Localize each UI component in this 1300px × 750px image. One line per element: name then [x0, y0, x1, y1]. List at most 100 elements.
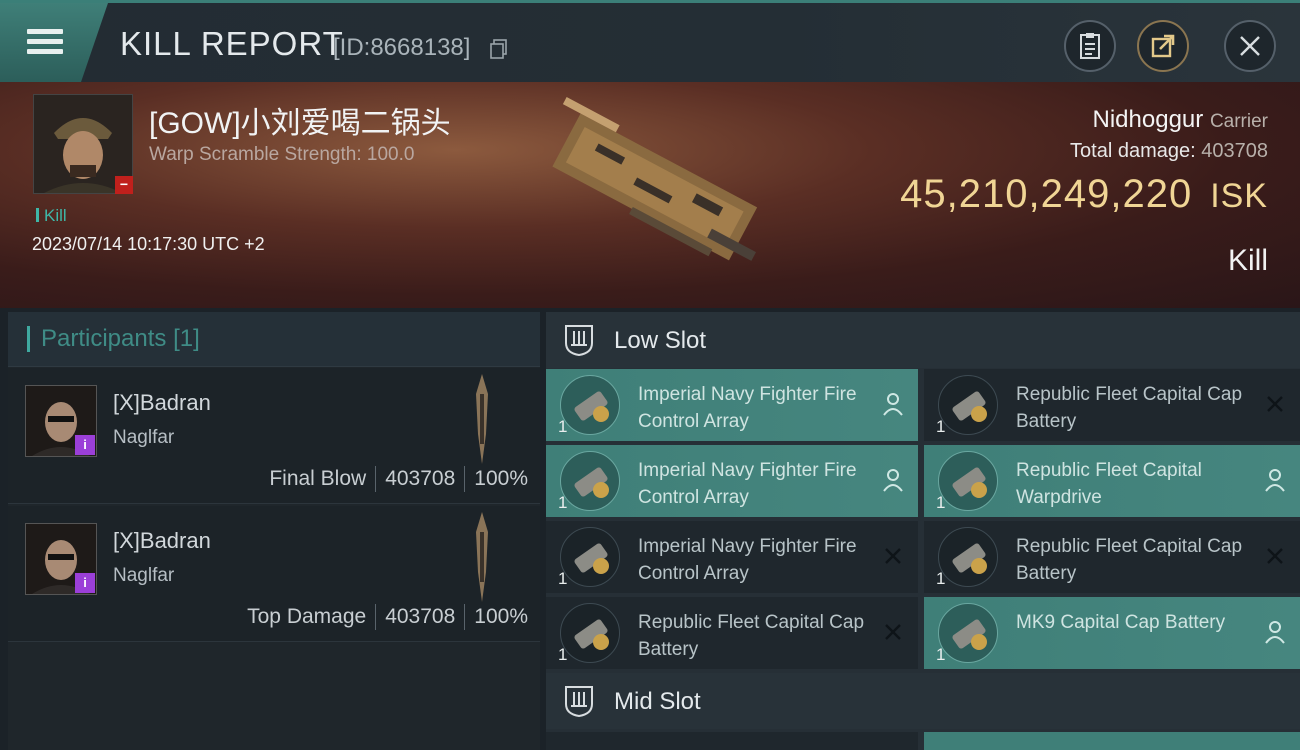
participant-name[interactable]: [X]Badran: [113, 390, 211, 416]
module-icon: [560, 603, 620, 663]
divider: [375, 466, 377, 492]
module-icon: [938, 375, 998, 435]
participants-header[interactable]: Participants [1]: [8, 312, 540, 367]
participant-percent: 100%: [474, 467, 528, 490]
module-quantity: 1: [936, 417, 946, 436]
divider: [464, 466, 466, 492]
module-item[interactable]: 1 MK9 Capital Cap Battery: [924, 597, 1300, 669]
info-badge-icon: i: [75, 435, 95, 455]
participant-card[interactable]: i [X]Badran Naglfar Final Blow 403708 10…: [8, 368, 540, 504]
isk-value: 45,210,249,220 ISK: [900, 172, 1268, 217]
module-name: Imperial Navy Fighter Fire Control Array: [638, 536, 857, 584]
module-icon: [938, 603, 998, 663]
module-icon: [560, 375, 620, 435]
cross-icon: [885, 624, 901, 640]
module-quantity: 1: [558, 569, 568, 588]
mid-slot-item-partial[interactable]: [924, 732, 1300, 750]
mid-slot-item-partial[interactable]: [546, 732, 918, 750]
share-button[interactable]: [1137, 20, 1189, 72]
page-title: KILL REPORT: [120, 25, 344, 62]
kill-type-label: Kill: [44, 206, 67, 225]
total-damage: Total damage: 403708: [1070, 140, 1268, 163]
low-slot-icon: [565, 325, 593, 357]
ship-class: Carrier: [1209, 111, 1268, 132]
participant-ship: Naglfar: [113, 565, 175, 586]
kill-result: Kill: [1227, 244, 1268, 277]
module-icon: [938, 451, 998, 511]
divider: [464, 604, 466, 630]
module-quantity: 1: [558, 417, 568, 436]
module-item[interactable]: 1 Imperial Navy Fighter Fire Control Arra…: [546, 369, 918, 441]
menu-icon-bar: [27, 39, 63, 44]
module-icon: [560, 451, 620, 511]
participant-damage: 403708: [385, 467, 456, 490]
isk-amount: 45,210,249,220: [900, 172, 1193, 216]
close-icon: [1240, 36, 1260, 56]
module-item[interactable]: 1 Republic Fleet Capital Cap Battery: [546, 597, 918, 669]
cross-icon: [1267, 548, 1283, 564]
kill-type-tag: Kill: [36, 206, 67, 226]
module-item[interactable]: 1 Republic Fleet Capital Cap Battery: [924, 521, 1300, 593]
person-icon: [883, 469, 903, 492]
module-quantity: 1: [936, 493, 946, 512]
report-button[interactable]: [1064, 20, 1116, 72]
module-item[interactable]: 1 Imperial Navy Fighter Fire Control Arra…: [546, 445, 918, 517]
module-item[interactable]: 1 Republic Fleet Capital Cap Battery: [924, 369, 1300, 441]
kill-summary-banner: − [GOW]小刘爱喝二锅头 Warp Scramble Strength: 1…: [0, 82, 1300, 308]
participants-label: Participants [1]: [41, 325, 200, 353]
kill-id: [ID:8668138]: [333, 34, 471, 61]
fitting-panel: Low Slot 1 Imperial Navy Fighter Fire Con…: [546, 312, 1300, 750]
participant-role: Top Damage: [247, 605, 367, 628]
participants-title: Participants: [41, 325, 167, 352]
module-quantity: 1: [936, 645, 946, 664]
participant-role: Final Blow: [269, 467, 367, 490]
mid-slot-icon: [565, 686, 593, 718]
info-badge-icon: i: [75, 573, 95, 593]
mid-slot-label: Mid Slot: [614, 688, 701, 715]
ship-name[interactable]: Nidhoggur: [1093, 106, 1204, 133]
kill-datetime: 2023/07/14 10:17:30 UTC +2: [32, 234, 265, 254]
participant-ship-image[interactable]: [470, 374, 494, 464]
cross-icon: [885, 548, 901, 564]
participant-ship-image[interactable]: [470, 512, 494, 602]
module-name: MK9 Capital Cap Battery: [1016, 612, 1226, 633]
module-icon: [560, 527, 620, 587]
module-quantity: 1: [558, 645, 568, 664]
header-accent: [27, 326, 30, 352]
person-icon: [1265, 469, 1285, 492]
module-name: Republic Fleet Capital Cap Battery: [638, 612, 865, 660]
participant-name[interactable]: [X]Badran: [113, 528, 211, 554]
participant-damage: 403708: [385, 605, 456, 628]
share-icon: [1151, 34, 1175, 58]
participant-ship: Naglfar: [113, 427, 175, 448]
participant-stats: Final Blow 403708 100%: [269, 466, 528, 492]
module-item[interactable]: 1 Republic Fleet Capital Warpdrive: [924, 445, 1300, 517]
clipboard-icon: [1080, 33, 1100, 59]
module-item[interactable]: 1 Imperial Navy Fighter Fire Control Arra…: [546, 521, 918, 593]
participant-percent: 100%: [474, 605, 528, 628]
ship-info: Nidhoggur Carrier: [1093, 106, 1268, 134]
module-name: Republic Fleet Capital Warpdrive: [1016, 460, 1202, 508]
module-icon: [938, 527, 998, 587]
close-button[interactable]: [1224, 20, 1276, 72]
module-name: Republic Fleet Capital Cap Battery: [1016, 536, 1243, 584]
menu-icon: [27, 29, 63, 34]
module-quantity: 1: [558, 493, 568, 512]
total-damage-value: 403708: [1201, 140, 1268, 162]
low-slot-label: Low Slot: [614, 327, 707, 354]
module-quantity: 1: [936, 569, 946, 588]
menu-button[interactable]: [0, 3, 108, 82]
victim-pilot-name[interactable]: [GOW]小刘爱喝二锅头: [149, 98, 451, 142]
participant-card[interactable]: i [X]Badran Naglfar Top Damage 403708 10…: [8, 506, 540, 642]
copy-icon[interactable]: [490, 39, 508, 59]
low-slot-header: Low Slot: [546, 312, 1300, 368]
title-bar: KILL REPORT [ID:8668138]: [0, 0, 1300, 82]
participant-stats: Top Damage 403708 100%: [247, 604, 528, 630]
person-icon: [883, 393, 903, 416]
participants-panel: Participants [1] i [X]Badran Naglfar Fin…: [8, 312, 540, 750]
person-icon: [1265, 621, 1285, 644]
menu-icon-bar: [27, 49, 63, 54]
module-name: Imperial Navy Fighter Fire Control Array: [638, 460, 857, 508]
victim-ship-image[interactable]: [525, 96, 780, 276]
divider: [375, 604, 377, 630]
